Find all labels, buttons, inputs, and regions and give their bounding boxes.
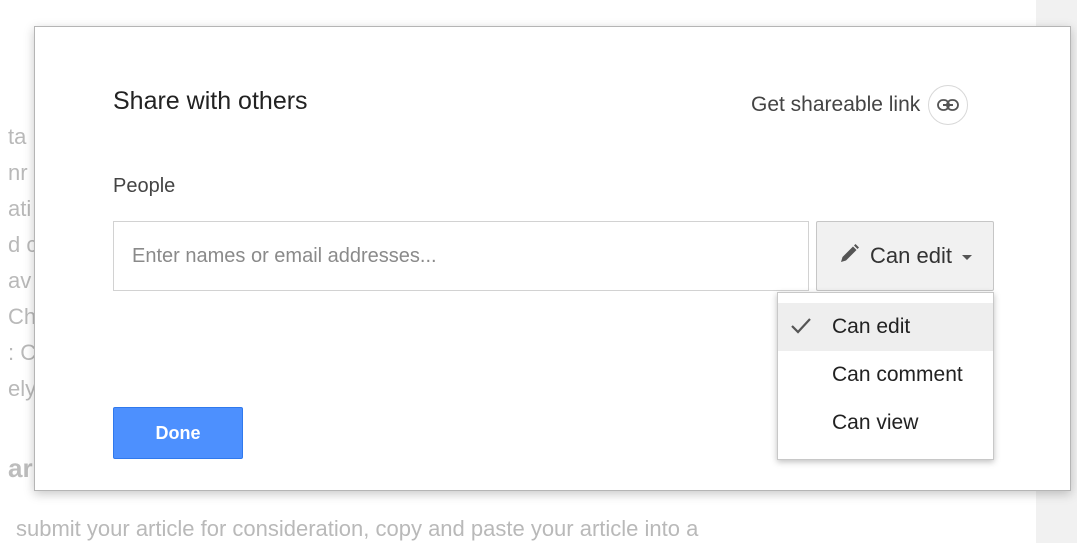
background-text-fragment: : C xyxy=(8,340,37,365)
shareable-link-label: Get shareable link xyxy=(751,93,921,116)
background-text-fragment: Ch xyxy=(8,304,37,329)
dialog-title: Share with others xyxy=(113,87,308,115)
people-input[interactable] xyxy=(113,221,809,291)
permission-menu: Can edit Can comment Can view xyxy=(777,292,994,460)
background-text-fragment: av xyxy=(8,268,32,293)
background-text-fragment: ati xyxy=(8,196,32,221)
background-text-fragment: d c xyxy=(8,232,38,257)
link-icon[interactable] xyxy=(928,85,969,125)
menu-item-can-edit[interactable]: Can edit xyxy=(778,303,993,351)
page: ta nr ati d c av Ch : C ely ar submit yo… xyxy=(0,0,1077,543)
background-text-fragment: ta xyxy=(8,124,27,149)
check-icon xyxy=(790,317,812,341)
chevron-down-icon xyxy=(961,255,972,260)
background-text-fragment: ely xyxy=(8,376,37,401)
menu-item-label: Can edit xyxy=(832,315,911,338)
permission-label: Can edit xyxy=(870,243,952,268)
share-dialog: Share with others Get shareable link Peo… xyxy=(34,26,1071,491)
menu-item-label: Can comment xyxy=(832,363,963,386)
menu-item-can-view[interactable]: Can view xyxy=(778,399,993,447)
background-text-fragment: nr xyxy=(8,160,28,185)
background-heading: ar xyxy=(8,453,33,483)
done-button[interactable]: Done xyxy=(113,407,243,459)
background-bottom-text: submit your article for consideration, c… xyxy=(16,516,699,541)
permission-dropdown-button[interactable]: Can edit xyxy=(816,221,994,291)
menu-item-can-comment[interactable]: Can comment xyxy=(778,351,993,399)
people-label: People xyxy=(113,175,176,197)
menu-item-label: Can view xyxy=(832,411,919,434)
pencil-icon xyxy=(838,243,860,270)
get-shareable-link-button[interactable]: Get shareable link xyxy=(751,85,969,125)
